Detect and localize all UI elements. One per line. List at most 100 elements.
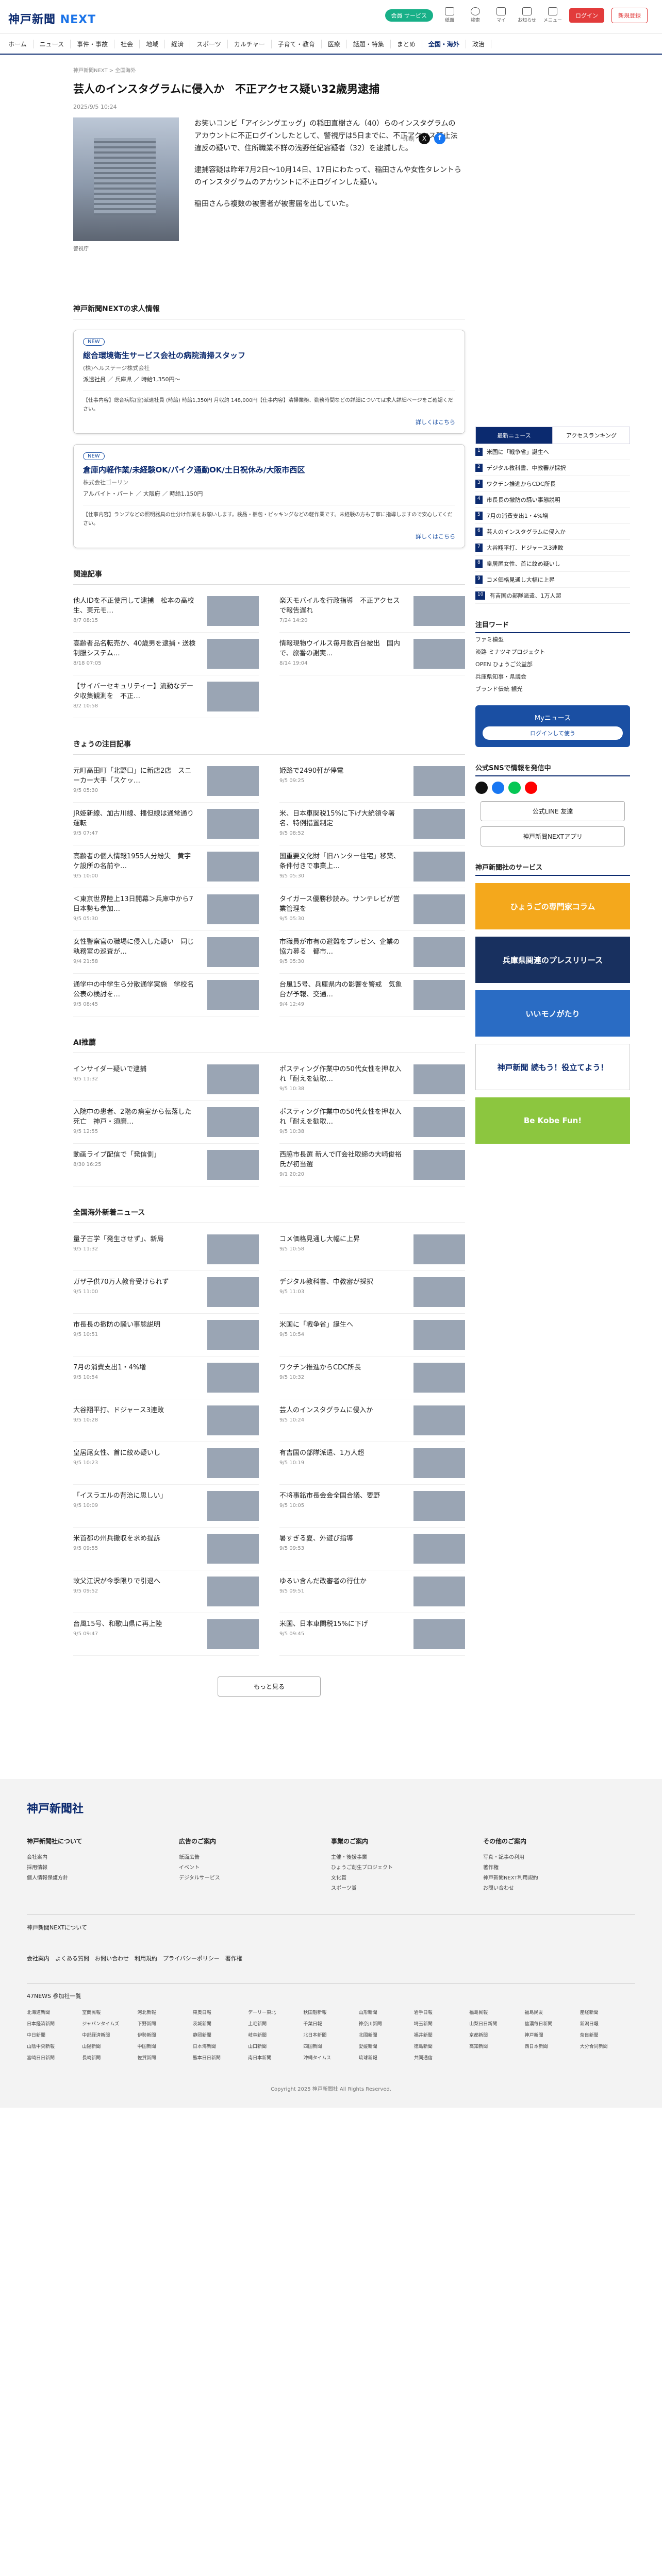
tab-latest[interactable]: 最新ニュース [475,427,553,444]
news-item[interactable]: 姫路で2490軒が停電 9/5 09:25 [279,760,465,803]
news-headline[interactable]: 「イスラエルの背治に思しい」 [73,1491,197,1501]
news-thumbnail[interactable] [207,809,259,839]
news-thumbnail[interactable] [207,937,259,967]
news-item[interactable]: インサイダー疑いで逮捕 9/5 11:32 [73,1058,259,1101]
banner-bekobe[interactable]: Be Kobe Fun! [475,1097,630,1144]
news-thumbnail[interactable] [413,1277,465,1307]
news-headline[interactable]: 他人IDを不正使用して逮捕 松本の高校生、東元モ… [73,596,197,616]
footer-link[interactable]: 神戸新聞NEXT利用規約 [483,1873,620,1884]
news-headline[interactable]: 大谷翔平打、ドジャース3連敗 [73,1405,197,1415]
news-thumbnail[interactable] [413,852,465,882]
news-thumbnail[interactable] [207,682,259,711]
line-icon[interactable] [508,782,521,794]
news-headline[interactable]: 【サイバーセキュリティー】流動なデータ収集観測を 不正… [73,682,197,701]
news-thumbnail[interactable] [207,1064,259,1094]
news-item[interactable]: 大谷翔平打、ドジャース3連敗 9/5 10:28 [73,1399,259,1442]
x-icon[interactable] [475,782,488,794]
ranking-title[interactable]: 大谷翔平打、ドジャース3連敗 [487,544,564,552]
news-headline[interactable]: 通学中の中学生ら分散通学実施 学校名公表の検討を… [73,980,197,999]
member-paper-link[interactable]: 下野新聞 [138,2019,193,2030]
ranking-item[interactable]: 4 市長長の撤防の騒い事態説明 [475,492,630,508]
ranking-title[interactable]: ワクチン推進からCDC所長 [487,480,556,488]
news-headline[interactable]: JR姫新線、加古川線、播但線は通常通り運転 [73,809,197,828]
footer-link[interactable]: 採用情報 [27,1863,163,1873]
member-paper-link[interactable]: 琉球新報 [359,2053,414,2064]
bell-icon[interactable]: お知らせ [518,7,536,23]
news-headline[interactable]: 量子古学「発生させず」、新局 [73,1234,197,1244]
news-thumbnail[interactable] [207,1491,259,1521]
news-thumbnail[interactable] [413,1491,465,1521]
banner-column[interactable]: ひょうごの専門家コラム [475,883,630,929]
youtube-icon[interactable] [525,782,537,794]
news-headline[interactable]: 情報現物ウイルス毎月数百台被出 国内で、旅番の謝実… [279,639,403,658]
footer-link[interactable]: ひょうご創生プロジェクト [331,1863,468,1873]
job-title[interactable]: 総合環境衛生サービス会社の病院清掃スタッフ [83,350,455,361]
news-item[interactable]: ポスティング作業中の50代女性を押収入れ「耐えを勧取… 9/5 10:38 [279,1058,465,1101]
member-paper-link[interactable]: 福島民友 [524,2007,580,2019]
member-paper-link[interactable]: 南日本新聞 [248,2053,303,2064]
watch-word[interactable]: OPEN ひょうご公益部 [475,658,630,670]
member-paper-link[interactable]: 岐阜新聞 [248,2030,303,2041]
job-more-link[interactable]: 詳しくはこちら [83,418,455,426]
news-item[interactable]: 7月の消費支出1・4%増 9/5 10:54 [73,1357,259,1399]
job-title[interactable]: 倉庫内軽作業/未経験OK/バイク通勤OK/土日祝休み/大阪市西区 [83,464,455,475]
member-paper-link[interactable]: 福井新聞 [414,2030,469,2041]
news-thumbnail[interactable] [207,766,259,796]
watch-word[interactable]: ブランド伝統 観光 [475,683,630,695]
footer-link[interactable]: 写真・記事の利用 [483,1853,620,1863]
news-headline[interactable]: 有吉国の部隊派遣、1万人超 [279,1448,403,1458]
member-paper-link[interactable]: 愛媛新聞 [359,2041,414,2053]
news-item[interactable]: 米国、日本車関税15%に下げ 9/5 09:45 [279,1613,465,1656]
news-headline[interactable]: 姫路で2490軒が停電 [279,766,403,776]
footer-logo[interactable]: 神戸新聞社 [27,1800,662,1816]
news-thumbnail[interactable] [207,1619,259,1649]
ranking-title[interactable]: 米国に「戦争省」誕生へ [487,448,549,456]
member-paper-link[interactable]: 新潟日報 [580,2019,635,2030]
news-headline[interactable]: ポスティング作業中の50代女性を押収入れ「耐えを勧取… [279,1107,403,1127]
news-item[interactable]: 芸人のインスタグラムに侵入か 9/5 10:24 [279,1399,465,1442]
news-item[interactable]: 不将事銘市長会会全国合議、要野 9/5 10:05 [279,1485,465,1528]
member-paper-link[interactable]: 大分合同新聞 [580,2041,635,2053]
member-paper-link[interactable]: 埼玉新聞 [414,2019,469,2030]
member-paper-link[interactable]: 信濃毎日新聞 [524,2019,580,2030]
tab-ranking[interactable]: アクセスランキング [553,427,630,444]
nav-item[interactable]: 社会 [114,39,140,48]
news-headline[interactable]: インサイダー疑いで逮捕 [73,1064,197,1074]
news-item[interactable]: 情報現物ウイルス毎月数百台被出 国内で、旅番の謝実… 8/14 19:04 [279,633,465,675]
news-thumbnail[interactable] [413,1320,465,1350]
ranking-item[interactable]: 9 コメ価格見通し大幅に上昇 [475,572,630,588]
news-item[interactable]: ガザ子供70万人教育受けられず 9/5 11:00 [73,1271,259,1314]
news-headline[interactable]: 米首都の州兵撤収を求め提訴 [73,1534,197,1544]
member-paper-link[interactable]: 北日本新聞 [303,2030,358,2041]
member-paper-link[interactable]: 山梨日日新聞 [469,2019,524,2030]
news-thumbnail[interactable] [207,1107,259,1137]
news-item[interactable]: 高齢者の個人情報1955人分紛失 黄宇ケ設所の名前や… 9/5 10:00 [73,845,259,888]
member-paper-link[interactable]: 四国新聞 [303,2041,358,2053]
register-button[interactable]: 新規登録 [611,7,648,23]
news-thumbnail[interactable] [207,1277,259,1307]
member-paper-link[interactable]: 京都新聞 [469,2030,524,2041]
member-paper-link[interactable]: 日本海新聞 [193,2041,248,2053]
news-thumbnail[interactable] [413,639,465,669]
news-headline[interactable]: ポスティング作業中の50代女性を押収入れ「耐えを勧取… [279,1064,403,1084]
more-button[interactable]: もっと見る [218,1676,321,1697]
news-item[interactable]: 他人IDを不正使用して逮捕 松本の高校生、東元モ… 8/7 08:15 [73,590,259,633]
job-more-link[interactable]: 詳しくはこちら [83,532,455,540]
footer-link[interactable]: お問い合わせ [483,1884,620,1894]
news-headline[interactable]: 故父江沢が今季限りで引退へ [73,1577,197,1586]
ranking-item[interactable]: 2 デジタル教科書、中教審が採択 [475,460,630,476]
footer-link[interactable]: スポーツ賞 [331,1884,468,1894]
nav-item[interactable]: 地域 [140,39,166,48]
news-headline[interactable]: デジタル教科書、中教審が採択 [279,1277,403,1287]
news-thumbnail[interactable] [413,1234,465,1264]
ranking-item[interactable]: 6 芸人のインスタグラムに侵入か [475,524,630,540]
news-item[interactable]: 高齢者品名転売か、40歳男を逮捕・送検 制服システム… 8/18 07:05 [73,633,259,675]
ranking-item[interactable]: 1 米国に「戦争省」誕生へ [475,444,630,460]
news-headline[interactable]: 台風15号、兵庫県内の影響を警戒 気象台が予報、交通… [279,980,403,999]
nav-item-active[interactable]: 全国・海外 [422,39,466,48]
news-headline[interactable]: 市職員が市有の避難をプレゼン、企業の協力募る 都市… [279,937,403,957]
member-paper-link[interactable]: 山陽新聞 [82,2041,137,2053]
news-item[interactable]: 皇居尾女性、首に紋め疑いし 9/5 10:23 [73,1442,259,1485]
ranking-item[interactable]: 7 大谷翔平打、ドジャース3連敗 [475,540,630,556]
news-item[interactable]: タイガース優勝秒読み。サンテレビが営業管理を 9/5 05:30 [279,888,465,931]
